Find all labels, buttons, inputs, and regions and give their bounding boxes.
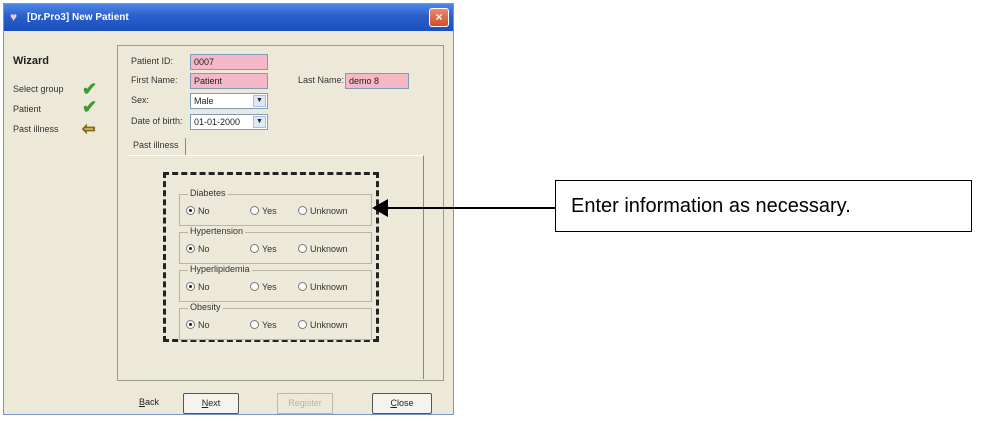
- callout-box: Enter information as necessary.: [555, 180, 972, 232]
- tab-past-illness[interactable]: Past illness: [127, 138, 186, 155]
- diabetes-group: Diabetes No Yes Unknown: [179, 188, 372, 226]
- chevron-down-icon[interactable]: ▼: [253, 95, 266, 107]
- group-title: Obesity: [188, 302, 223, 312]
- sex-label: Sex:: [131, 95, 150, 105]
- last-name-field[interactable]: demo 8: [345, 73, 409, 89]
- radio-empty-icon: [250, 282, 259, 291]
- radio-no[interactable]: No: [186, 319, 210, 330]
- hypertension-group: Hypertension No Yes Unknown: [179, 226, 372, 264]
- radio-unknown[interactable]: Unknown: [298, 205, 348, 216]
- first-name-field[interactable]: Patient: [190, 73, 268, 89]
- register-button[interactable]: Register: [277, 393, 333, 414]
- radio-empty-icon: [298, 320, 307, 329]
- group-title: Hypertension: [188, 226, 246, 236]
- radio-unknown[interactable]: Unknown: [298, 281, 348, 292]
- radio-selected-icon: [186, 282, 195, 291]
- step-past-illness: Past illness: [13, 124, 59, 134]
- app-icon: ♥: [10, 10, 18, 24]
- radio-empty-icon: [250, 244, 259, 253]
- window-title: [Dr.Pro3] New Patient: [27, 12, 129, 23]
- radio-yes[interactable]: Yes: [250, 319, 277, 330]
- arrow-head-icon: [372, 199, 388, 217]
- radio-unknown[interactable]: Unknown: [298, 319, 348, 330]
- sex-select[interactable]: Male ▼: [190, 93, 268, 109]
- next-button[interactable]: Next: [183, 393, 239, 414]
- dob-value: 01-01-2000: [194, 117, 241, 127]
- radio-selected-icon: [186, 320, 195, 329]
- callout-arrow-line: [386, 207, 556, 209]
- patient-id-field[interactable]: 0007: [190, 54, 268, 70]
- check-icon: ✔: [82, 79, 98, 99]
- radio-no[interactable]: No: [186, 243, 210, 254]
- step-patient: Patient: [13, 104, 42, 114]
- radio-yes[interactable]: Yes: [250, 205, 277, 216]
- radio-selected-icon: [186, 244, 195, 253]
- check-icon: ✔: [82, 97, 98, 117]
- radio-unknown[interactable]: Unknown: [298, 243, 348, 254]
- step-select-group: Select group: [13, 84, 64, 94]
- title-bar[interactable]: ♥ [Dr.Pro3] New Patient ×: [4, 4, 453, 31]
- patient-id-label: Patient ID:: [131, 56, 174, 66]
- back-button[interactable]: Back: [133, 393, 165, 414]
- radio-yes[interactable]: Yes: [250, 281, 277, 292]
- radio-empty-icon: [250, 206, 259, 215]
- radio-empty-icon: [250, 320, 259, 329]
- radio-empty-icon: [298, 244, 307, 253]
- radio-empty-icon: [298, 282, 307, 291]
- dob-picker[interactable]: 01-01-2000 ▼: [190, 114, 268, 130]
- radio-yes[interactable]: Yes: [250, 243, 277, 254]
- sex-value: Male: [194, 96, 214, 106]
- last-name-label: Last Name:: [298, 75, 345, 85]
- close-button[interactable]: Close: [372, 393, 432, 414]
- arrow-left-icon: ⇦: [82, 121, 96, 139]
- first-name-label: First Name:: [131, 75, 178, 85]
- hyperlipidemia-group: Hyperlipidemia No Yes Unknown: [179, 264, 372, 302]
- dob-label: Date of birth:: [131, 116, 183, 126]
- group-title: Diabetes: [188, 188, 228, 198]
- radio-selected-icon: [186, 206, 195, 215]
- radio-no[interactable]: No: [186, 281, 210, 292]
- close-window-button[interactable]: ×: [429, 8, 449, 27]
- obesity-group: Obesity No Yes Unknown: [179, 302, 372, 340]
- group-title: Hyperlipidemia: [188, 264, 252, 274]
- wizard-title: Wizard: [13, 55, 49, 67]
- radio-empty-icon: [298, 206, 307, 215]
- chevron-down-icon[interactable]: ▼: [253, 116, 266, 128]
- radio-no[interactable]: No: [186, 205, 210, 216]
